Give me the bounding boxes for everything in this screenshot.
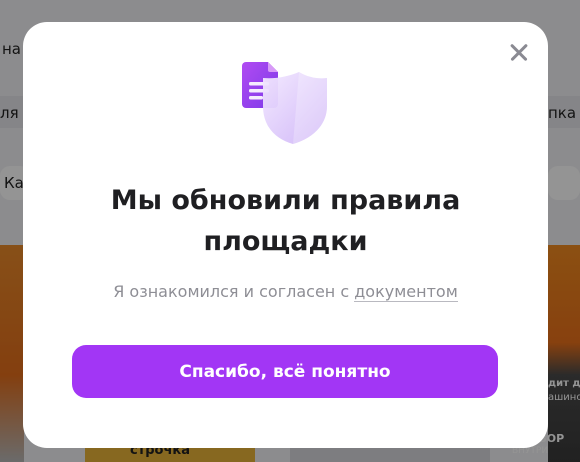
acknowledge-button[interactable]: Спасибо, всё понятно [72, 345, 498, 398]
close-icon[interactable] [505, 38, 533, 66]
document-link[interactable]: документом [354, 282, 458, 302]
dialog-title: Мы обновили правила площадки [110, 185, 461, 257]
agreement-text: Я ознакомился и согласен с документом [23, 282, 548, 302]
document-shield-icon [242, 62, 327, 144]
agreement-prefix: Я ознакомился и согласен с [113, 282, 355, 301]
rules-update-dialog: Мы обновили правила площадки Я ознакомил… [23, 22, 548, 448]
